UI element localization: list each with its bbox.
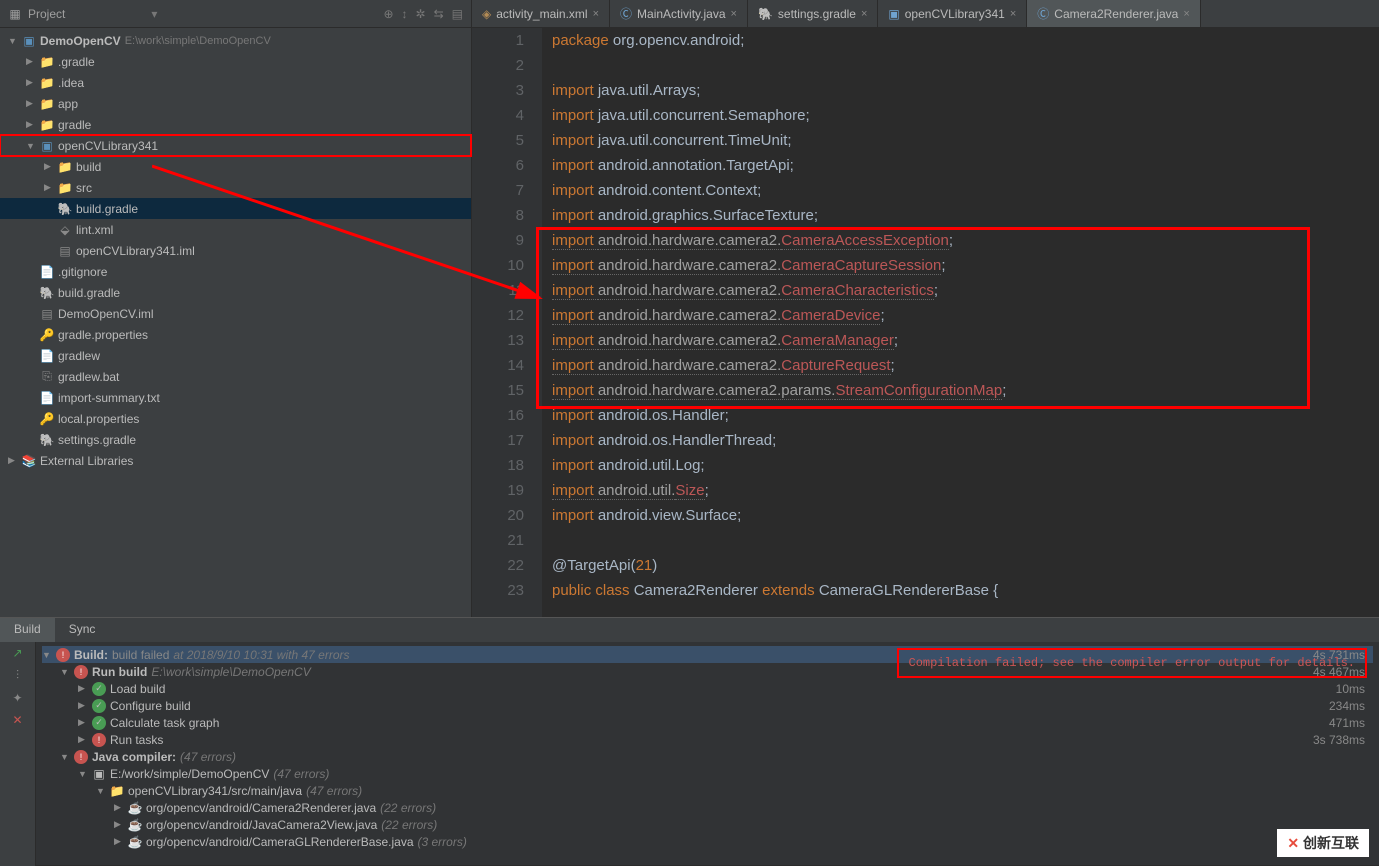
tree-item[interactable]: 📄gradlew	[0, 345, 471, 366]
code-line[interactable]: package org.opencv.android;	[552, 28, 1379, 53]
dropdown-icon[interactable]: ▾	[151, 7, 157, 21]
filter-icon[interactable]: ⫶	[16, 668, 19, 683]
tree-root[interactable]: ▼▣DemoOpenCV E:\work\simple\DemoOpenCV	[0, 30, 471, 51]
code-line[interactable]	[552, 53, 1379, 78]
compiler-error-message: Compilation failed; see the compiler err…	[897, 648, 1367, 678]
build-row[interactable]: ▼📁openCVLibrary341/src/main/java (47 err…	[42, 782, 1373, 799]
code-line[interactable]: import android.graphics.SurfaceTexture;	[552, 203, 1379, 228]
code-line[interactable]	[552, 528, 1379, 553]
build-row[interactable]: ▶☕org/opencv/android/Camera2Renderer.jav…	[42, 799, 1373, 816]
rerun-icon[interactable]: ↗	[12, 646, 22, 660]
tree-item[interactable]: ▶📁gradle	[0, 114, 471, 135]
tree-item[interactable]: 🔑gradle.properties	[0, 324, 471, 345]
code-line[interactable]: import android.util.Log;	[552, 453, 1379, 478]
hide-icon[interactable]: ⇆	[434, 7, 444, 21]
code-line[interactable]: import android.os.HandlerThread;	[552, 428, 1379, 453]
build-row[interactable]: ▼▣E:/work/simple/DemoOpenCV (47 errors)	[42, 765, 1373, 782]
tab-close-icon[interactable]: ×	[1183, 8, 1189, 20]
build-row[interactable]: ▶☕org/opencv/android/JavaCamera2View.jav…	[42, 816, 1373, 833]
editor-tabs: ◈activity_main.xml×ⒸMainActivity.java×🐘s…	[472, 0, 1379, 28]
project-actions: ⊕ ↕ ✲ ⇆ ▤	[383, 7, 463, 21]
code-line[interactable]: import java.util.Arrays;	[552, 78, 1379, 103]
build-tree[interactable]: Compilation failed; see the compiler err…	[36, 642, 1379, 866]
tab-close-icon[interactable]: ×	[861, 8, 867, 20]
gear-icon[interactable]: ✲	[416, 7, 426, 21]
code-line[interactable]: import android.annotation.TargetApi;	[552, 153, 1379, 178]
editor-tab[interactable]: ⒸCamera2Renderer.java×	[1027, 0, 1201, 27]
editor-tab[interactable]: ⒸMainActivity.java×	[610, 0, 748, 27]
build-row[interactable]: ▶✓Calculate task graph471ms	[42, 714, 1373, 731]
editor-tab[interactable]: ◈activity_main.xml×	[472, 0, 610, 27]
tab-close-icon[interactable]: ×	[731, 8, 737, 20]
editor-tab[interactable]: 🐘settings.gradle×	[748, 0, 878, 27]
minimize-icon[interactable]: ▤	[452, 7, 463, 21]
tree-item[interactable]: ▶📁.idea	[0, 72, 471, 93]
build-row[interactable]: ▼!Java compiler: (47 errors)	[42, 748, 1373, 765]
tree-external-libs[interactable]: ▶📚External Libraries	[0, 450, 471, 471]
editor-tab[interactable]: ▣openCVLibrary341×	[878, 0, 1027, 27]
code-line[interactable]: import android.util.Size;	[552, 478, 1379, 503]
build-row[interactable]: ▶!Run tasks3s 738ms	[42, 731, 1373, 748]
tree-item[interactable]: 📄import-summary.txt	[0, 387, 471, 408]
error-highlight-box	[536, 227, 1310, 409]
build-row[interactable]: ▶✓Load build10ms	[42, 680, 1373, 697]
tab-close-icon[interactable]: ×	[593, 8, 599, 20]
code-line[interactable]: import android.view.Surface;	[552, 503, 1379, 528]
editor-area: ◈activity_main.xml×ⒸMainActivity.java×🐘s…	[472, 0, 1379, 617]
annotation-arrow-icon	[152, 148, 552, 318]
tree-item[interactable]: ▶📁app	[0, 93, 471, 114]
scroll-icon[interactable]: ↕	[402, 7, 408, 21]
code-line[interactable]: import java.util.concurrent.TimeUnit;	[552, 128, 1379, 153]
tab-sync[interactable]: Sync	[55, 618, 110, 642]
tree-item[interactable]: ▶📁.gradle	[0, 51, 471, 72]
build-row[interactable]: ▶✓Configure build234ms	[42, 697, 1373, 714]
collapse-icon[interactable]: ⊕	[383, 7, 393, 21]
code-line[interactable]: @TargetApi(21)	[552, 553, 1379, 578]
project-icon: ▦	[8, 7, 22, 21]
tab-close-icon[interactable]: ×	[1010, 8, 1016, 20]
bottom-tabs: Build Sync	[0, 618, 1379, 642]
build-row[interactable]: ▶☕org/opencv/android/CameraGLRendererBas…	[42, 833, 1373, 850]
tree-item[interactable]: 🐘settings.gradle	[0, 429, 471, 450]
code-line[interactable]: public class Camera2Renderer extends Cam…	[552, 578, 1379, 603]
build-toolbar: ↗ ⫶ ✦ ✕	[0, 642, 36, 866]
code-line[interactable]: import android.content.Context;	[552, 178, 1379, 203]
code-line[interactable]: import java.util.concurrent.Semaphore;	[552, 103, 1379, 128]
project-title: Project	[28, 7, 65, 21]
tab-build[interactable]: Build	[0, 618, 55, 642]
code-area[interactable]: 1234567891011121314151617181920212223 pa…	[472, 28, 1379, 617]
code-content[interactable]: package org.opencv.android; import java.…	[542, 28, 1379, 617]
tree-item[interactable]: 🔑local.properties	[0, 408, 471, 429]
pin-icon[interactable]: ✦	[12, 691, 22, 705]
tree-item[interactable]: ⎘gradlew.bat	[0, 366, 471, 387]
line-gutter: 1234567891011121314151617181920212223	[472, 28, 542, 617]
build-panel: Build Sync ↗ ⫶ ✦ ✕ Compilation failed; s…	[0, 617, 1379, 865]
watermark: ✕ 创新互联	[1277, 829, 1369, 857]
project-header: ▦ Project ▾ ⊕ ↕ ✲ ⇆ ▤	[0, 0, 471, 28]
close-icon[interactable]: ✕	[12, 713, 22, 727]
